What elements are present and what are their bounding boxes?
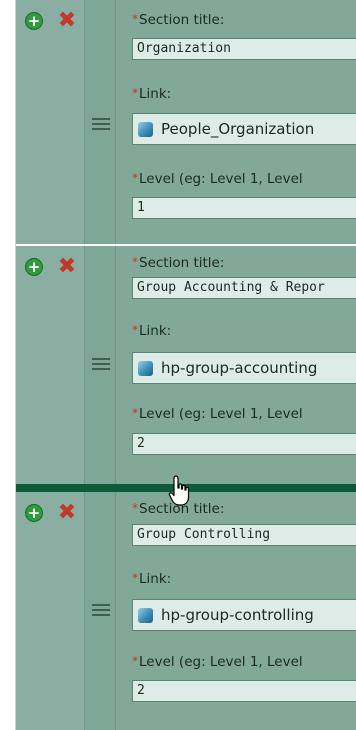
add-section-button[interactable]: +: [25, 12, 43, 30]
section-row: + ✖ *Section title: Group Controlling *L…: [16, 492, 356, 730]
level-input[interactable]: 2: [132, 433, 356, 455]
drag-handle-icon[interactable]: [92, 358, 110, 370]
section-fields: *Section title: Group Accounting & Repor…: [116, 246, 356, 484]
section-title-label: *Section title:: [132, 12, 224, 28]
link-value: hp-group-controlling: [161, 606, 314, 624]
required-marker: *: [132, 86, 138, 100]
section-fields: *Section title: Group Controlling *Link:…: [116, 492, 356, 730]
section-row: + ✖ *Section title: Group Accounting & R…: [16, 246, 356, 484]
section-row: + ✖ *Section title: Organization *Link: …: [16, 0, 356, 244]
delete-section-button[interactable]: ✖: [56, 10, 78, 32]
row-controls: + ✖: [16, 492, 84, 730]
section-title-input[interactable]: Group Accounting & Repor: [132, 277, 356, 299]
link-label: *Link:: [132, 323, 171, 339]
link-label-text: Link:: [139, 571, 172, 587]
add-section-button[interactable]: +: [25, 258, 43, 276]
section-fields: *Section title: Organization *Link: Peop…: [116, 0, 356, 244]
section-title-label-text: Section title:: [139, 255, 225, 271]
drag-handle-column[interactable]: [84, 246, 116, 484]
row-controls: + ✖: [16, 0, 84, 244]
required-marker: *: [132, 255, 138, 269]
required-marker: *: [132, 171, 138, 185]
link-field[interactable]: hp-group-accounting: [132, 352, 356, 384]
link-field[interactable]: People_Organization: [132, 113, 356, 145]
link-label: *Link:: [132, 571, 171, 587]
level-label: *Level (eg: Level 1, Level: [132, 171, 303, 187]
level-label-text: Level (eg: Level 1, Level: [139, 171, 303, 187]
cube-icon: [138, 122, 153, 137]
level-input[interactable]: 2: [132, 680, 356, 702]
drag-handle-column[interactable]: [84, 0, 116, 244]
required-marker: *: [132, 501, 138, 515]
link-value: People_Organization: [161, 120, 315, 138]
cube-icon: [138, 608, 153, 623]
required-marker: *: [132, 654, 138, 668]
link-field[interactable]: hp-group-controlling: [132, 599, 356, 631]
delete-section-button[interactable]: ✖: [56, 502, 78, 524]
section-title-label: *Section title:: [132, 255, 224, 271]
level-label: *Level (eg: Level 1, Level: [132, 406, 303, 422]
level-input[interactable]: 1: [132, 197, 356, 219]
hand-pointer-icon: [168, 475, 190, 506]
drag-handle-icon[interactable]: [92, 604, 110, 616]
required-marker: *: [132, 406, 138, 420]
link-value: hp-group-accounting: [161, 359, 318, 377]
section-title-input[interactable]: Group Controlling: [132, 524, 356, 546]
row-controls: + ✖: [16, 246, 84, 484]
required-marker: *: [132, 323, 138, 337]
required-marker: *: [132, 571, 138, 585]
delete-section-button[interactable]: ✖: [56, 256, 78, 278]
drag-handle-icon[interactable]: [92, 118, 110, 130]
link-label-text: Link:: [139, 86, 172, 102]
drag-handle-column[interactable]: [84, 492, 116, 730]
link-label-text: Link:: [139, 323, 172, 339]
section-title-label-text: Section title:: [139, 12, 225, 28]
cube-icon: [138, 361, 153, 376]
level-label-text: Level (eg: Level 1, Level: [139, 406, 303, 422]
link-label: *Link:: [132, 86, 171, 102]
section-title-input[interactable]: Organization: [132, 38, 356, 60]
level-label: *Level (eg: Level 1, Level: [132, 654, 303, 670]
add-section-button[interactable]: +: [25, 504, 43, 522]
level-label-text: Level (eg: Level 1, Level: [139, 654, 303, 670]
required-marker: *: [132, 12, 138, 26]
